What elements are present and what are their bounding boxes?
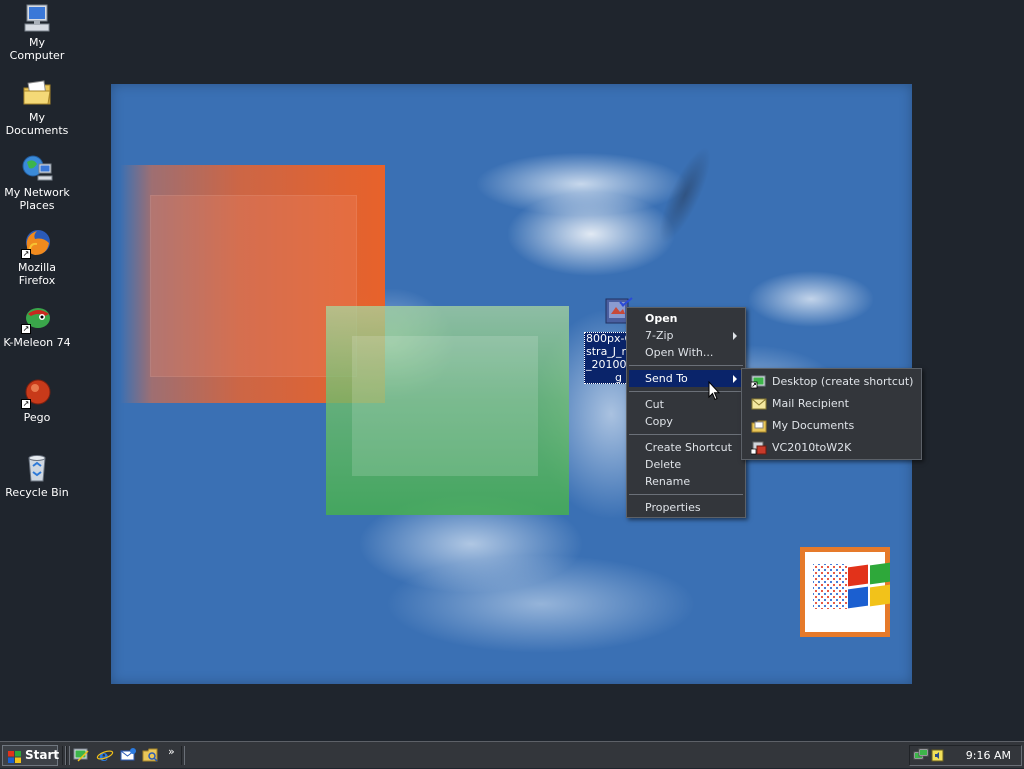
k-meleon-icon: ↗ (21, 302, 53, 334)
menu-separator (629, 365, 743, 366)
taskbar-separator (181, 746, 185, 765)
windows-logo-icon (805, 552, 890, 632)
context-menu: Open 7-Zip Open With... Send To Cut Copy… (626, 307, 746, 518)
desktop-icon-k-meleon[interactable]: ↗ K-Meleon 74 (0, 302, 74, 349)
taskbar-clock[interactable]: 9:16 AM (966, 749, 1011, 762)
pego-icon: ↗ (21, 377, 53, 409)
tray-volume-icon[interactable] (930, 748, 946, 763)
mouse-cursor-icon (708, 380, 721, 401)
send-to-mail-recipient[interactable]: Mail Recipient (744, 393, 919, 415)
shortcut-arrow-icon: ↗ (21, 399, 31, 409)
send-to-vc2010tow2k[interactable]: VC2010toW2K (744, 437, 919, 459)
my-computer-icon (21, 2, 53, 34)
submenu-arrow-icon (733, 375, 737, 383)
wallpaper-green-inner (352, 336, 538, 476)
desktop-icon-recycle-bin[interactable]: Recycle Bin (0, 452, 74, 499)
my-documents-icon (21, 77, 53, 109)
desktop-shortcut-icon (750, 375, 767, 389)
network-places-icon (21, 152, 53, 184)
windows-logo-tile (800, 547, 890, 637)
shortcut-arrow-icon: ↗ (21, 324, 31, 334)
tray-network-icon[interactable] (913, 748, 929, 763)
menu-separator (629, 434, 743, 435)
system-tray: 9:16 AM (909, 745, 1022, 766)
recycle-bin-icon (21, 452, 53, 484)
desktop-icon-my-documents[interactable]: My Documents (0, 77, 74, 137)
my-documents-folder-icon (751, 419, 767, 433)
quick-launch-more-button[interactable]: » (168, 745, 175, 758)
quick-launch-outlook-express-icon[interactable] (119, 747, 137, 763)
mail-envelope-icon (751, 397, 767, 411)
quick-launch-show-desktop-icon[interactable] (72, 747, 90, 763)
menu-item-7zip[interactable]: 7-Zip (629, 327, 743, 344)
menu-item-cut[interactable]: Cut (629, 396, 743, 413)
desktop-icon-my-network-places[interactable]: My Network Places (0, 152, 74, 212)
quick-launch-internet-explorer-icon[interactable]: e (96, 747, 114, 765)
desktop-icon-pego[interactable]: ↗ Pego (0, 377, 74, 424)
send-to-submenu: Desktop (create shortcut) Mail Recipient… (741, 368, 922, 460)
shortcut-arrow-icon: ↗ (21, 249, 31, 259)
menu-item-open[interactable]: Open (629, 310, 743, 327)
start-button[interactable]: Start (2, 745, 59, 766)
taskbar-grip (66, 746, 70, 765)
send-to-my-documents[interactable]: My Documents (744, 415, 919, 437)
menu-item-delete[interactable]: Delete (629, 456, 743, 473)
firefox-icon: ↗ (21, 227, 53, 259)
send-to-desktop[interactable]: Desktop (create shortcut) (744, 371, 919, 393)
menu-item-send-to[interactable]: Send To (629, 370, 743, 387)
menu-item-create-shortcut[interactable]: Create Shortcut (629, 439, 743, 456)
menu-item-properties[interactable]: Properties (629, 499, 743, 516)
menu-item-open-with[interactable]: Open With... (629, 344, 743, 361)
submenu-arrow-icon (733, 332, 737, 340)
desktop-icon-my-computer[interactable]: My Computer (0, 2, 74, 62)
taskbar: Start e » 9:16 AM (0, 741, 1024, 768)
selected-file-label[interactable]: 800px-C stra_J_n _20100 g (584, 332, 628, 384)
windows-flag-icon (8, 750, 21, 763)
application-icon (750, 441, 767, 455)
menu-separator (629, 494, 743, 495)
quick-launch-explorer-icon[interactable] (142, 747, 160, 763)
svg-text:e: e (99, 747, 109, 763)
menu-item-copy[interactable]: Copy (629, 413, 743, 430)
menu-separator (629, 391, 743, 392)
desktop-icon-mozilla-firefox[interactable]: ↗ Mozilla Firefox (0, 227, 74, 287)
menu-item-rename[interactable]: Rename (629, 473, 743, 490)
